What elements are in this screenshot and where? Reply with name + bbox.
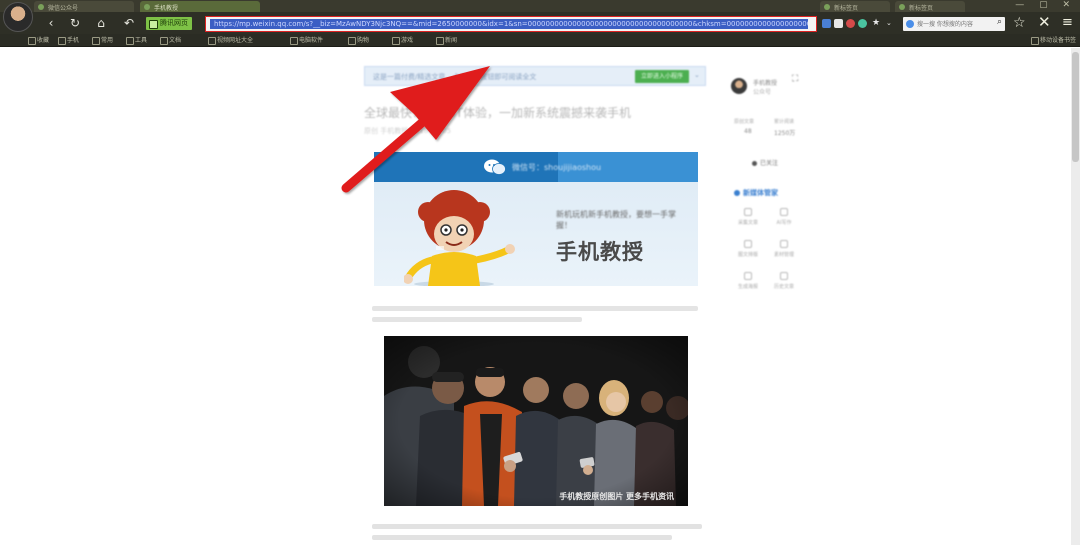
chevron-down-icon[interactable]: ⌄: [886, 19, 895, 28]
author-name[interactable]: 手机教授: [753, 78, 777, 87]
open-miniprogram-button[interactable]: 立即进入小程序: [635, 70, 689, 83]
bookmark-item[interactable]: 电脑软件: [290, 36, 323, 45]
translate-icon[interactable]: [858, 19, 867, 28]
url-input[interactable]: [210, 19, 808, 29]
bookmark-item[interactable]: 新闻: [436, 36, 457, 45]
logo-icon: [734, 190, 740, 196]
bookmark-item[interactable]: 视频网址大全: [208, 36, 253, 45]
address-bar[interactable]: [205, 16, 817, 32]
tool-layout[interactable]: 图文排版: [728, 240, 768, 268]
hero-subtitle: 新机玩机新手机教授，要想一手掌握！: [556, 210, 676, 230]
browser-tab-active[interactable]: 手机教授: [140, 1, 260, 12]
tool-history[interactable]: 历史文章: [764, 272, 804, 300]
mobile-bookmarks[interactable]: 移动设备书签: [1030, 36, 1076, 45]
follow-label: 已关注: [760, 160, 779, 167]
tool-collect[interactable]: 采集文章: [728, 208, 768, 236]
favorites-button[interactable]: ☆: [1013, 16, 1026, 30]
bookmark-item[interactable]: 收藏: [28, 36, 49, 45]
share-icon[interactable]: [822, 19, 831, 28]
screenshot-root: 微信公众号 手机教授 新标签页 新标签页 — ▢ ✕ ‹ ↻ ⌂ ↶ 腾讯网页 …: [0, 0, 1080, 545]
author-subtitle: 公众号: [753, 89, 772, 96]
chevron-down-icon[interactable]: ⌄: [694, 71, 700, 79]
photo-caption: 手机教授原创图片 更多手机资讯: [559, 492, 674, 501]
collect-icon: [744, 208, 752, 216]
reload-button[interactable]: ↻: [68, 16, 82, 30]
browser-tab-bar: 微信公众号 手机教授 新标签页 新标签页 — ▢ ✕: [0, 0, 1080, 12]
user-avatar[interactable]: [3, 2, 33, 32]
tool-materials[interactable]: 素材管理: [764, 240, 804, 268]
back-button[interactable]: ‹: [44, 16, 58, 30]
history-icon: [780, 272, 788, 280]
web-page: 这是一篇付费/精选文章，点击下方按钮即可阅读全文 立即进入小程序 ⌄ 全球最快！…: [0, 48, 1080, 545]
tool-ai-write[interactable]: AI写作: [764, 208, 804, 236]
search-icon[interactable]: ⌕: [997, 17, 1002, 27]
browser-tab[interactable]: 新标签页: [895, 1, 965, 12]
tool-poster[interactable]: 生成海报: [728, 272, 768, 300]
hero-title: 手机教授: [556, 240, 644, 264]
menu-icon: ≡: [1062, 15, 1073, 30]
hero-header-text: 微信号：shoujijiaoshou: [512, 163, 602, 172]
undo-button[interactable]: ↶: [122, 16, 136, 30]
search-input[interactable]: [917, 19, 987, 29]
bookmark-item[interactable]: 常用: [92, 36, 113, 45]
menu-button[interactable]: ≡: [1062, 15, 1073, 30]
window-controls[interactable]: — ▢ ✕: [1015, 0, 1076, 10]
scrollbar-thumb[interactable]: [1072, 52, 1079, 162]
bookmark-item[interactable]: 手机: [58, 36, 79, 45]
chevron-left-icon: ‹: [48, 16, 54, 30]
record-icon[interactable]: [846, 19, 855, 28]
close-button[interactable]: ✕: [1038, 15, 1051, 30]
bookmark-item[interactable]: 购物: [348, 36, 369, 45]
bookmark-item[interactable]: 工具: [126, 36, 147, 45]
cartoon-mascot-image: [404, 190, 515, 286]
crowd-photo: 手机教授原创图片 更多手机资讯: [384, 336, 688, 506]
bookmark-item[interactable]: 游戏: [392, 36, 413, 45]
reader-icon[interactable]: [834, 19, 843, 28]
check-icon: [752, 161, 757, 166]
search-engine-icon[interactable]: [906, 20, 914, 28]
stat-value: 1250万: [774, 130, 796, 137]
layout-icon: [744, 240, 752, 248]
search-box[interactable]: ⌕: [903, 17, 1005, 31]
red-arrow-annotation-icon: [341, 66, 490, 193]
follow-button[interactable]: 已关注: [752, 158, 778, 167]
page-scrollbar[interactable]: [1071, 48, 1080, 545]
expand-icon[interactable]: ⛶: [792, 74, 798, 84]
paragraph-placeholder: [372, 306, 702, 322]
bookmark-star-icon[interactable]: ★: [872, 19, 881, 28]
star-icon: ☆: [1013, 15, 1026, 31]
browser-tab[interactable]: 新标签页: [820, 1, 890, 12]
home-icon: ⌂: [97, 16, 105, 30]
secure-site-badge[interactable]: 腾讯网页: [146, 17, 192, 30]
browser-tab[interactable]: 微信公众号: [34, 1, 134, 12]
browser-toolbar: ‹ ↻ ⌂ ↶ 腾讯网页 ★ ⌄ ⌕ ☆ ✕ ≡: [0, 12, 1080, 34]
stat-label: 累计阅读: [774, 119, 795, 125]
crowd-photo-image: [384, 336, 688, 506]
author-avatar[interactable]: [731, 78, 747, 94]
paragraph-placeholder: [372, 524, 702, 540]
undo-icon: ↶: [123, 16, 135, 30]
reload-icon: ↻: [69, 16, 81, 30]
address-bar-tools: ★ ⌄: [820, 17, 895, 31]
home-button[interactable]: ⌂: [94, 16, 108, 30]
bookmarks-bar: 收藏 手机 常用 工具 文档 视频网址大全 电脑软件 购物 游戏 新闻 移动设备…: [0, 34, 1080, 47]
close-icon: ✕: [1038, 13, 1051, 31]
pen-icon: [780, 208, 788, 216]
profile-sidebar: 手机教授 公众号 ⛶ 原创文章 48 累计阅读 1250万 已关注 新媒体管家 …: [726, 72, 816, 312]
folder-icon: [780, 240, 788, 248]
tools-section-title: 新媒体管家: [734, 188, 778, 198]
stat-value: 48: [744, 128, 752, 135]
poster-icon: [744, 272, 752, 280]
bookmark-item[interactable]: 文档: [160, 36, 181, 45]
stat-label: 原创文章: [734, 119, 755, 125]
